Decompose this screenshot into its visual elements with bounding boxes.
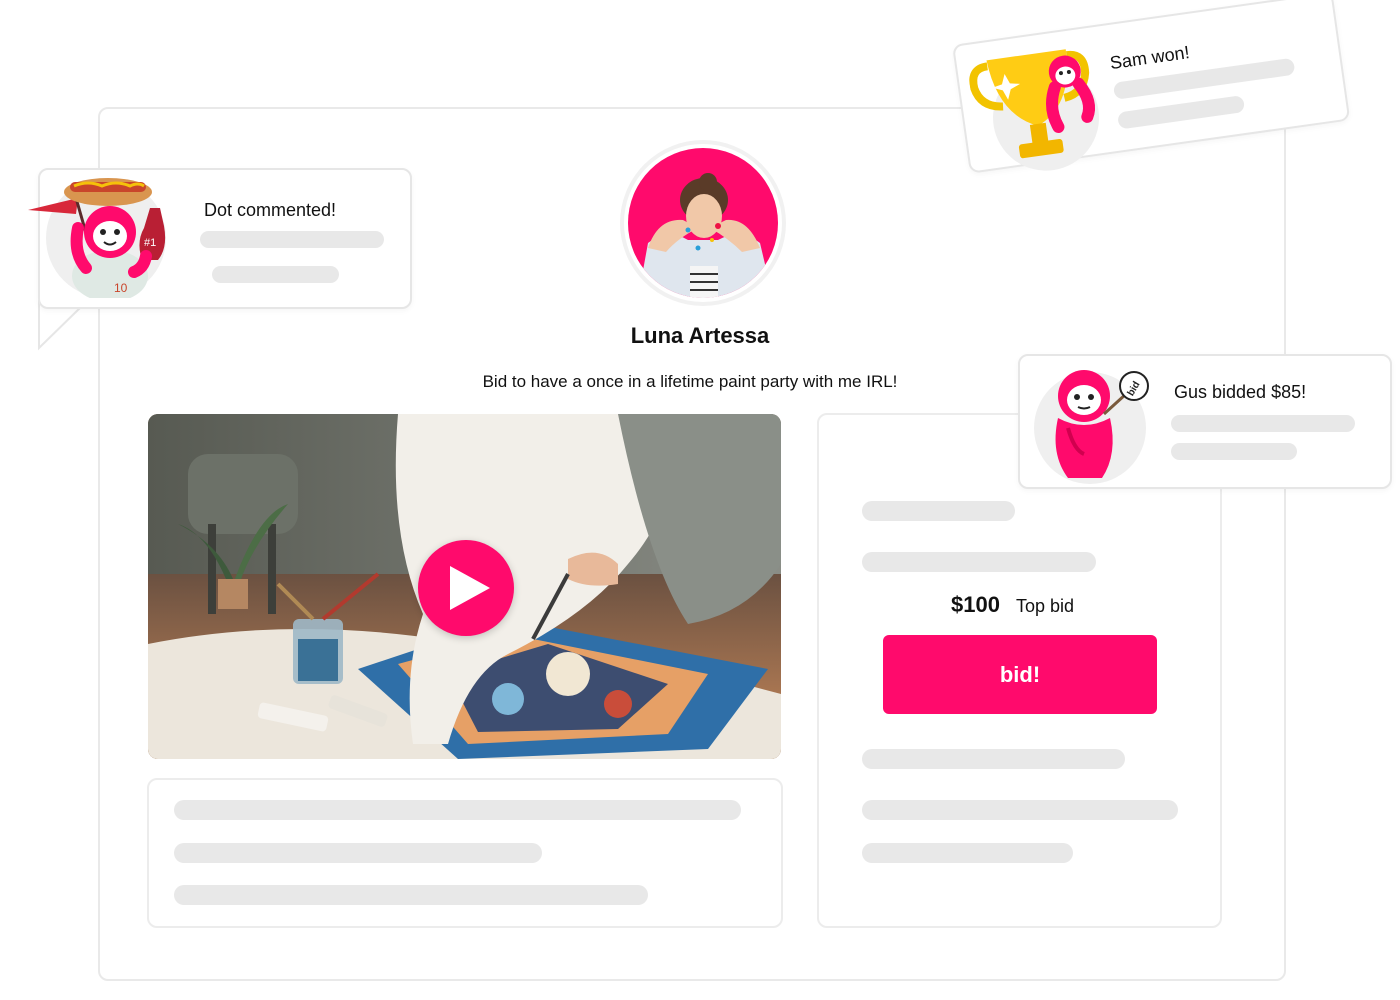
svg-text:10: 10 (114, 281, 128, 295)
play-icon (450, 566, 490, 610)
bid-notification-text: Gus bidded $85! (1174, 382, 1307, 402)
bid-button[interactable]: bid! (883, 635, 1157, 714)
sloth-trophy-icon (969, 49, 1106, 178)
sloth-fan-icon: #1 10 (28, 178, 166, 298)
creator-avatar[interactable] (620, 140, 786, 306)
skeleton-line (1171, 415, 1355, 432)
skeleton-line (174, 843, 542, 863)
skeleton-line (862, 501, 1015, 521)
auction-page: Luna Artessa Bid to have a once in a lif… (0, 0, 1400, 1000)
winner-notification[interactable]: Sam won! (952, 0, 1351, 178)
creator-name: Luna Artessa (630, 323, 770, 348)
auction-tagline: Bid to have a once in a lifetime paint p… (482, 372, 898, 391)
skeleton-line (1171, 443, 1297, 460)
winner-notification-text: Sam won! (1108, 42, 1191, 74)
skeleton-line (212, 266, 339, 283)
top-bid-label: Top bid (1016, 596, 1075, 616)
sloth-bid-icon: bid (1034, 370, 1149, 484)
svg-text:#1: #1 (144, 237, 156, 249)
top-bid-amount: $100 (951, 592, 1000, 617)
skeleton-line (862, 552, 1096, 572)
artist-photo-icon (638, 173, 773, 298)
skeleton-line (1117, 95, 1246, 130)
comment-notification-text: Dot commented! (204, 200, 337, 220)
skeleton-line (174, 800, 741, 820)
skeleton-line (862, 800, 1178, 820)
avatar-photo (628, 148, 778, 298)
skeleton-line (200, 231, 384, 248)
skeleton-line (174, 885, 648, 905)
play-button[interactable] (418, 540, 514, 636)
bid-notification[interactable]: bid Gus bidded $85! (1018, 354, 1392, 489)
comment-notification[interactable]: #1 10 Dot commented! (28, 168, 412, 309)
skeleton-line (862, 843, 1073, 863)
skeleton-line (862, 749, 1125, 769)
